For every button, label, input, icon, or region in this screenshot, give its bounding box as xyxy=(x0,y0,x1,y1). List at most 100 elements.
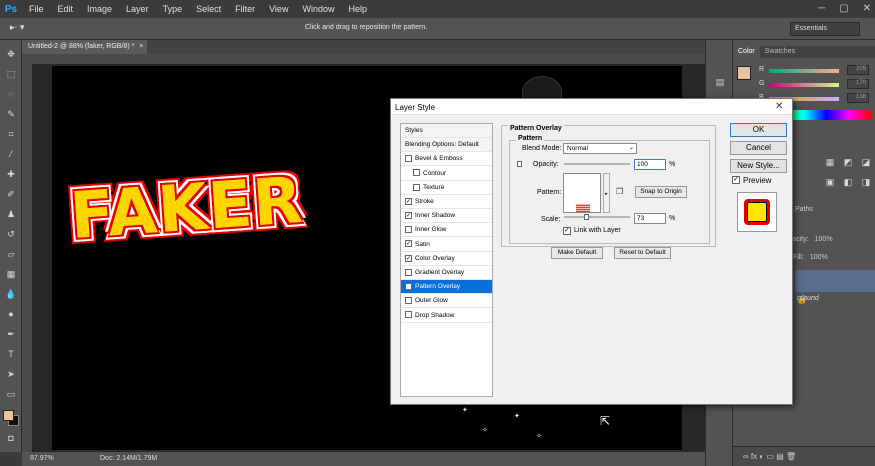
style-item-satin[interactable]: ✓ Satin xyxy=(401,238,492,252)
scale-slider[interactable] xyxy=(564,216,630,218)
stamp-tool-icon[interactable]: ♟ xyxy=(4,208,18,220)
foreground-color-swatch[interactable] xyxy=(3,410,14,421)
levels-icon[interactable]: ▦ xyxy=(823,156,837,168)
make-default-button[interactable]: Make Default xyxy=(551,247,603,259)
style-item-bevel-emboss[interactable]: Bevel & Emboss xyxy=(401,152,492,167)
brush-tool-icon[interactable]: ✐ xyxy=(4,188,18,200)
dialog-titlebar[interactable]: Layer Style ✕ xyxy=(391,99,792,115)
background-layer-row[interactable]: ground 🔒 xyxy=(795,293,875,307)
reset-to-default-button[interactable]: Reset to Default xyxy=(614,247,671,259)
menu-edit[interactable]: Edit xyxy=(51,0,81,18)
dialog-close-icon[interactable]: ✕ xyxy=(775,101,783,112)
style-item-styles[interactable]: Styles xyxy=(401,124,492,138)
zoom-level[interactable]: 87.97% xyxy=(30,455,54,462)
workspace-select[interactable]: Essentials xyxy=(790,22,860,36)
history-brush-tool-icon[interactable]: ↺ xyxy=(4,228,18,240)
path-select-tool-icon[interactable]: ➤ xyxy=(4,368,18,380)
cancel-button[interactable]: Cancel xyxy=(730,141,787,155)
style-item-inner-glow[interactable]: Inner Glow xyxy=(401,223,492,238)
style-checkbox[interactable] xyxy=(413,169,420,177)
shape-tool-icon[interactable]: ▭ xyxy=(4,388,18,400)
scale-input[interactable]: 73 xyxy=(634,213,666,224)
style-item-outer-glow[interactable]: Outer Glow xyxy=(401,294,492,309)
style-checkbox[interactable] xyxy=(413,183,420,191)
opacity-slider[interactable] xyxy=(564,163,630,165)
menu-help[interactable]: Help xyxy=(341,0,374,18)
scale-slider-thumb[interactable] xyxy=(584,214,589,220)
color-slider-g[interactable]: G 170 xyxy=(755,79,873,90)
hue-icon[interactable]: ◧ xyxy=(841,176,855,188)
tab-close-icon[interactable]: × xyxy=(139,43,143,50)
maximize-icon[interactable]: ▢ xyxy=(839,0,848,18)
opacity-slider-thumb[interactable] xyxy=(517,161,522,167)
new-style-button[interactable]: New Style... xyxy=(730,159,787,173)
style-checkbox[interactable] xyxy=(405,311,412,319)
pattern-picker[interactable] xyxy=(563,173,601,213)
paths-tab[interactable]: Paths xyxy=(795,206,875,218)
layer-fill[interactable]: Fill: 100% xyxy=(793,254,828,261)
gradient-tool-icon[interactable]: ▦ xyxy=(4,268,18,280)
close-icon[interactable]: ✕ xyxy=(863,0,871,18)
ok-button[interactable]: OK xyxy=(730,123,787,137)
style-checkbox[interactable]: ✓ xyxy=(405,197,412,205)
link-with-layer-checkbox[interactable]: ✓ xyxy=(563,227,571,235)
style-item-contour[interactable]: Contour xyxy=(401,167,492,181)
tab-swatches[interactable]: Swatches xyxy=(760,46,800,58)
healing-tool-icon[interactable]: ✚ xyxy=(4,168,18,180)
style-checkbox[interactable]: ✓ xyxy=(405,282,412,290)
vibrance-icon[interactable]: ▣ xyxy=(823,176,837,188)
menu-image[interactable]: Image xyxy=(80,0,119,18)
blur-tool-icon[interactable]: 💧 xyxy=(4,288,18,300)
pattern-dropdown-icon[interactable]: ▸ xyxy=(603,173,610,213)
move-tool-icon[interactable]: ✥ xyxy=(4,48,18,60)
exposure-icon[interactable]: ◪ xyxy=(859,156,873,168)
style-checkbox[interactable]: ✓ xyxy=(405,211,412,219)
quick-select-tool-icon[interactable]: ✎ xyxy=(4,108,18,120)
lasso-tool-icon[interactable]: ◌ xyxy=(4,88,18,100)
color-slider-r[interactable]: R 205 xyxy=(755,65,873,76)
new-preset-icon[interactable]: ❐ xyxy=(616,187,626,197)
dodge-tool-icon[interactable]: ● xyxy=(4,308,18,320)
balance-icon[interactable]: ◨ xyxy=(859,176,873,188)
color-panel-swatch[interactable] xyxy=(737,66,751,80)
menu-view[interactable]: View xyxy=(262,0,295,18)
vertical-ruler[interactable] xyxy=(22,54,32,452)
style-item-stroke[interactable]: ✓ Stroke xyxy=(401,195,492,209)
menu-select[interactable]: Select xyxy=(189,0,228,18)
style-item-inner-shadow[interactable]: ✓ Inner Shadow xyxy=(401,209,492,224)
blend-mode-select[interactable]: Normal ⌄ xyxy=(563,143,637,154)
preview-checkbox[interactable]: ✓ xyxy=(732,176,740,184)
eraser-tool-icon[interactable]: ▱ xyxy=(4,248,18,260)
curves-icon[interactable]: ◩ xyxy=(841,156,855,168)
minimize-icon[interactable]: ─ xyxy=(818,0,825,18)
quick-mask-icon[interactable]: ◘ xyxy=(4,432,18,444)
tool-preset-picker[interactable]: ▸⋅ ▾ xyxy=(10,22,40,36)
crop-tool-icon[interactable]: ⌗ xyxy=(4,128,18,140)
menu-window[interactable]: Window xyxy=(295,0,341,18)
style-checkbox[interactable]: ✓ xyxy=(405,240,412,248)
style-checkbox[interactable] xyxy=(405,297,412,305)
style-item-texture[interactable]: Texture xyxy=(401,181,492,195)
menu-filter[interactable]: Filter xyxy=(228,0,262,18)
document-tab[interactable]: Untitled-2 @ 88% (faker, RGB/8) * × xyxy=(22,40,147,54)
snap-to-origin-button[interactable]: Snap to Origin xyxy=(635,186,687,198)
tab-color[interactable]: Color xyxy=(733,46,760,58)
menu-layer[interactable]: Layer xyxy=(119,0,156,18)
history-panel-icon[interactable]: ▤ xyxy=(713,76,727,88)
style-checkbox[interactable] xyxy=(405,268,412,276)
style-item-drop-shadow[interactable]: Drop Shadow xyxy=(401,309,492,323)
layers-footer[interactable]: ∞ fx ◐ ▭ ▤ 🗑 xyxy=(733,446,875,466)
style-checkbox[interactable]: ✓ xyxy=(405,254,412,262)
horizontal-ruler[interactable] xyxy=(22,54,705,64)
opacity-input[interactable]: 100 xyxy=(634,159,666,170)
marquee-tool-icon[interactable]: ⬚ xyxy=(4,68,18,80)
style-item-pattern-overlay[interactable]: ✓ Pattern Overlay xyxy=(401,280,492,295)
selected-layer-row[interactable] xyxy=(795,270,875,292)
style-item-gradient-overlay[interactable]: Gradient Overlay xyxy=(401,266,492,280)
menu-type[interactable]: Type xyxy=(156,0,190,18)
style-item-blending-options-default[interactable]: Blending Options: Default xyxy=(401,138,492,153)
type-tool-icon[interactable]: T xyxy=(4,348,18,360)
pen-tool-icon[interactable]: ✒ xyxy=(4,328,18,340)
style-item-color-overlay[interactable]: ✓ Color Overlay xyxy=(401,252,492,266)
style-checkbox[interactable] xyxy=(405,226,412,234)
